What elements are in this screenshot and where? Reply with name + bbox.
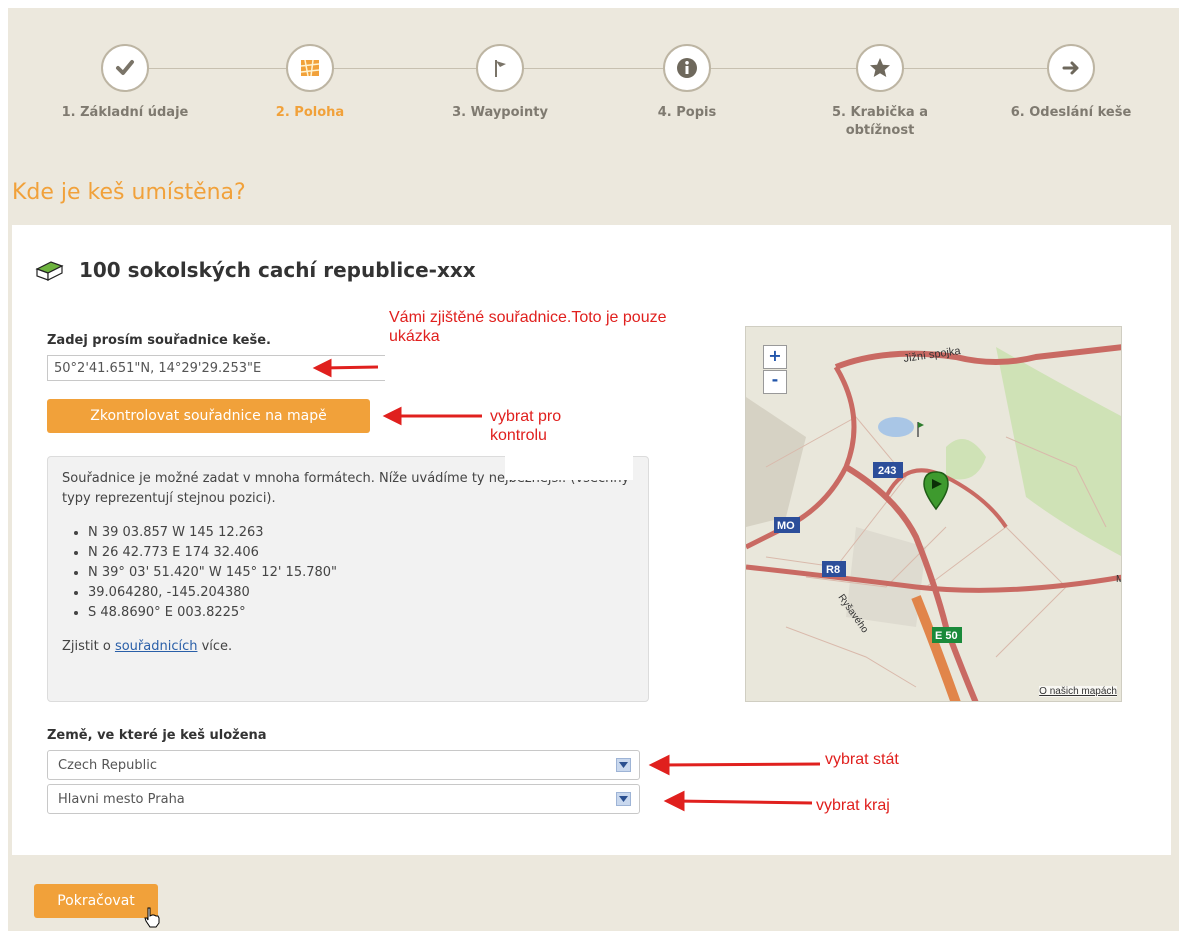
region-select-value: Hlavni mesto Praha — [58, 792, 185, 807]
step-basic-info[interactable]: 1. Základní údaje — [45, 44, 205, 122]
star-icon — [856, 44, 904, 92]
map-zoom-in-button[interactable]: + — [763, 345, 787, 369]
road-badge-r8: R8 — [822, 561, 846, 577]
step-description[interactable]: 4. Popis — [607, 44, 767, 122]
map-info-link[interactable]: O našich mapách — [1039, 686, 1117, 697]
road-badge-243: 243 — [873, 462, 903, 478]
step-waypoints[interactable]: 3. Waypointy — [420, 44, 580, 122]
check-coords-button[interactable]: Zkontrolovat souřadnice na mapě — [47, 399, 370, 433]
hand-cursor-icon — [144, 907, 160, 928]
list-item: N 39 03.857 W 145 12.263 — [88, 523, 634, 543]
map-tiles: Jižní spojka Ryšavého 243 MO R8 E 50 M — [746, 327, 1122, 701]
coords-input[interactable] — [47, 355, 385, 381]
continue-button[interactable]: Pokračovat — [34, 884, 158, 918]
annotation-region-note: vybrat kraj — [816, 797, 890, 814]
road-badge-e50: E 50 — [932, 627, 962, 643]
map-zoom-out-button[interactable]: - — [763, 370, 787, 394]
annotation-check-note: vybrat pro kontrolu — [490, 408, 562, 444]
format-list: N 39 03.857 W 145 12.263 N 26 42.773 E 1… — [62, 523, 634, 623]
coords-label: Zadej prosím souřadnice keše. — [47, 333, 271, 348]
road-badge-mo: MO — [774, 517, 800, 533]
location-label: Země, ve které je keš uložena — [47, 728, 267, 743]
coords-info-link[interactable]: souřadnicích — [115, 639, 198, 654]
check-icon — [101, 44, 149, 92]
road-badge-243-text: 243 — [878, 465, 896, 477]
help-more: Zjistit o souřadnicích více. — [62, 637, 634, 657]
road-badge-e50-text: E 50 — [935, 630, 958, 642]
step-label: 5. Krabička a obtížnost — [832, 105, 928, 138]
list-item: 39.064280, -145.204380 — [88, 583, 634, 603]
country-select-value: Czech Republic — [58, 758, 157, 773]
cache-title: 100 sokolských cachí republice-xxx — [78, 258, 476, 282]
step-container-difficulty[interactable]: 5. Krabička a obtížnost — [800, 44, 960, 140]
map-icon — [286, 44, 334, 92]
ammo-box-icon — [35, 261, 64, 281]
list-item: N 39° 03' 51.420" W 145° 12' 15.780" — [88, 563, 634, 583]
step-label: 1. Základní údaje — [61, 105, 189, 120]
annotation-coords-note: Vámi zjištěné souřadnice.Toto je pouze u… — [389, 309, 667, 345]
road-badge-r8-text: R8 — [826, 564, 840, 576]
cover-box — [505, 450, 633, 480]
chevron-down-icon — [616, 758, 631, 772]
list-item: S 48.8690° E 003.8225° — [88, 603, 634, 623]
info-icon — [663, 44, 711, 92]
step-label: 3. Waypointy — [452, 105, 548, 120]
step-label: 4. Popis — [657, 105, 717, 120]
page-title: Kde je keš umístěna? — [12, 180, 246, 205]
chevron-down-icon — [616, 792, 631, 806]
map-preview[interactable]: Jižní spojka Ryšavého 243 MO R8 E 50 M +… — [745, 326, 1122, 702]
flag-icon — [476, 44, 524, 92]
annotation-country-note: vybrat stát — [825, 751, 899, 768]
step-submit[interactable]: 6. Odeslání keše — [991, 44, 1151, 122]
step-label: 2. Poloha — [275, 105, 345, 120]
step-label: 6. Odeslání keše — [1010, 105, 1132, 120]
road-badge-mo-text: MO — [777, 520, 795, 532]
list-item: N 26 42.773 E 174 32.406 — [88, 543, 634, 563]
step-location[interactable]: 2. Poloha — [230, 44, 390, 122]
help-more-prefix: Zjistit o — [62, 639, 115, 654]
region-select[interactable]: Hlavni mesto Praha — [47, 784, 640, 814]
cache-title-row: 100 sokolských cachí republice-xxx — [34, 258, 476, 282]
country-select[interactable]: Czech Republic — [47, 750, 640, 780]
arrow-right-icon — [1047, 44, 1095, 92]
coords-format-help: Souřadnice je možné zadat v mnoha formát… — [47, 456, 649, 702]
map-label-edge: M — [1116, 574, 1122, 585]
help-more-suffix: více. — [197, 639, 233, 654]
